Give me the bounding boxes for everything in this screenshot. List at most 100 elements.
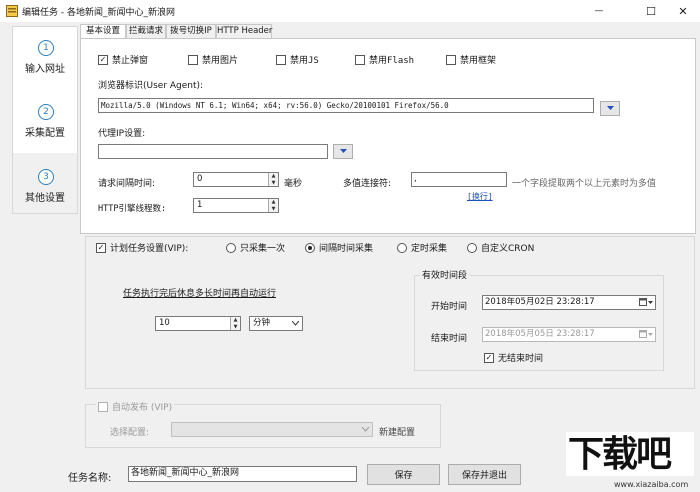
- radio-circle: [226, 242, 236, 253]
- checkbox-label: 无结束时间: [498, 354, 544, 364]
- threads-label: HTTP引擎线程数:: [98, 204, 167, 214]
- checkbox-box: [276, 54, 286, 65]
- sidebar-item-label: 其他设置: [25, 193, 65, 204]
- tab-panel-basic: [80, 38, 696, 234]
- watermark-logo: 下载吧 www.xiazaiba.com: [560, 432, 698, 492]
- interval-stepper[interactable]: 0 ▲ ▼: [193, 172, 279, 187]
- calendar-dropdown-icon: [639, 298, 653, 306]
- new-config-link[interactable]: 新建配置: [379, 425, 415, 438]
- title-bar: 编辑任务 - 各地新闻_新闻中心_新浪网 — ☐ ✕: [0, 0, 700, 22]
- app-icon: [6, 5, 18, 17]
- checkbox-label: 禁用框架: [460, 56, 497, 66]
- end-time-label: 结束时间: [431, 334, 468, 344]
- spin-down-icon: ▼: [271, 180, 276, 186]
- spin-down-icon: ▼: [271, 206, 276, 212]
- checkbox-box: [98, 401, 108, 412]
- block-popup-checkbox[interactable]: ✓ 禁止弹窗: [98, 53, 148, 66]
- threads-value: 1: [197, 200, 203, 210]
- tab-intercept-requests[interactable]: 拦截请求: [126, 24, 166, 38]
- proxy-dropdown-button[interactable]: [333, 144, 353, 159]
- radio-circle: [397, 242, 407, 253]
- checkbox-label: 禁用图片: [202, 56, 239, 66]
- save-button[interactable]: 保存: [367, 464, 440, 485]
- user-agent-field[interactable]: Mozilla/5.0 (Windows NT 6.1; Win64; x64;…: [98, 98, 594, 113]
- step-sidebar: 1 输入网址 2 采集配置 3 其他设置: [12, 26, 78, 214]
- calendar-dropdown-icon: [639, 330, 653, 338]
- spin-down-icon: ▼: [233, 324, 238, 330]
- start-time-label: 开始时间: [431, 302, 468, 312]
- sidebar-item-collect-config[interactable]: 2 采集配置: [13, 91, 77, 151]
- proxy-label: 代理IP设置:: [98, 129, 146, 139]
- checkbox-label: 自动发布 (VIP): [112, 403, 173, 413]
- sidebar-item-input-url[interactable]: 1 输入网址: [13, 27, 77, 87]
- mode-timed-radio[interactable]: 定时采集: [397, 241, 447, 254]
- maximize-button[interactable]: ☐: [634, 0, 668, 22]
- radio-label: 定时采集: [411, 244, 448, 254]
- proxy-field[interactable]: [98, 144, 328, 159]
- valid-period-title: 有效时间段: [420, 268, 470, 281]
- watermark-text: 下载吧: [568, 434, 672, 475]
- config-select[interactable]: [171, 422, 373, 437]
- checkbox-box: [188, 54, 198, 65]
- threads-stepper[interactable]: 1 ▲ ▼: [193, 198, 279, 213]
- task-name-label: 任务名称:: [68, 473, 112, 484]
- mode-cron-radio[interactable]: 自定义CRON: [467, 241, 534, 254]
- chevron-down-icon: [292, 321, 299, 326]
- start-time-picker[interactable]: 2018年05月02日 23:28:17: [482, 295, 656, 310]
- sidebar-item-label: 采集配置: [25, 128, 65, 139]
- rest-unit-select[interactable]: 分钟: [249, 316, 303, 331]
- task-name-field[interactable]: 各地新闻_新闻中心_新浪网: [128, 466, 357, 482]
- start-time-value: 2018年05月02日 23:28:17: [485, 297, 595, 307]
- multi-join-hint: 一个字段提取两个以上元素时为多值: [512, 179, 657, 189]
- rest-unit-value: 分钟: [253, 318, 271, 328]
- save-exit-button[interactable]: 保存并退出: [448, 464, 521, 485]
- no-end-time-checkbox[interactable]: ✓ 无结束时间: [484, 351, 543, 364]
- spin-buttons[interactable]: ▲ ▼: [268, 173, 278, 186]
- radio-label: 只采集一次: [240, 244, 286, 254]
- user-agent-dropdown-button[interactable]: [600, 101, 620, 116]
- minimize-button[interactable]: —: [582, 0, 616, 22]
- mode-interval-radio[interactable]: 间隔时间采集: [305, 241, 373, 254]
- radio-circle: [467, 242, 477, 253]
- user-agent-label: 浏览器标识(User Agent):: [98, 81, 204, 91]
- tab-http-header[interactable]: HTTP Header: [216, 24, 272, 38]
- tab-dial-switch-ip[interactable]: 拨号切换IP: [166, 24, 216, 38]
- spin-buttons[interactable]: ▲ ▼: [268, 199, 278, 212]
- checkbox-label: 禁止弹窗: [112, 56, 149, 66]
- interval-label: 请求间隔时间:: [98, 179, 156, 189]
- checkbox-box: ✓: [98, 54, 108, 65]
- disable-js-checkbox[interactable]: 禁用JS: [276, 53, 319, 66]
- config-select-label: 选择配置:: [110, 428, 150, 438]
- checkbox-box: ✓: [484, 352, 494, 363]
- step-2-icon: 2: [38, 104, 54, 120]
- end-time-value: 2018年05月05日 23:28:17: [485, 329, 595, 339]
- step-3-icon: 3: [38, 169, 54, 185]
- rest-time-label: 任务执行完后休息多长时间再自动运行: [123, 289, 277, 299]
- checkbox-box: [446, 54, 456, 65]
- schedule-checkbox[interactable]: ✓ 计划任务设置(VIP):: [96, 241, 188, 254]
- rest-value-stepper[interactable]: 10 ▲ ▼: [155, 316, 241, 331]
- minimize-icon: —: [594, 6, 604, 16]
- interval-value: 0: [197, 174, 203, 184]
- checkbox-label: 禁用Flash: [369, 56, 415, 66]
- multi-join-field[interactable]: ,: [411, 172, 507, 187]
- auto-publish-checkbox[interactable]: 自动发布 (VIP): [96, 400, 175, 413]
- chevron-down-icon: [339, 149, 347, 153]
- spin-buttons[interactable]: ▲ ▼: [230, 317, 240, 330]
- disable-flash-checkbox[interactable]: 禁用Flash: [355, 53, 414, 66]
- disable-frames-checkbox[interactable]: 禁用框架: [446, 53, 496, 66]
- close-button[interactable]: ✕: [666, 0, 700, 22]
- interval-unit: 毫秒: [284, 179, 303, 189]
- multi-join-label: 多值连接符:: [343, 179, 392, 189]
- disable-images-checkbox[interactable]: 禁用图片: [188, 53, 238, 66]
- newline-link[interactable]: [换行]: [467, 191, 493, 202]
- sidebar-item-other-settings[interactable]: 3 其他设置: [13, 153, 77, 213]
- chevron-down-icon: [606, 106, 614, 110]
- chevron-down-icon: [362, 427, 369, 432]
- checkbox-label: 禁用JS: [290, 56, 319, 66]
- checkbox-box: ✓: [96, 242, 106, 253]
- tab-basic-settings[interactable]: 基本设置: [80, 24, 126, 39]
- mode-once-radio[interactable]: 只采集一次: [226, 241, 285, 254]
- radio-label: 自定义CRON: [481, 244, 535, 254]
- end-time-picker[interactable]: 2018年05月05日 23:28:17: [482, 327, 656, 342]
